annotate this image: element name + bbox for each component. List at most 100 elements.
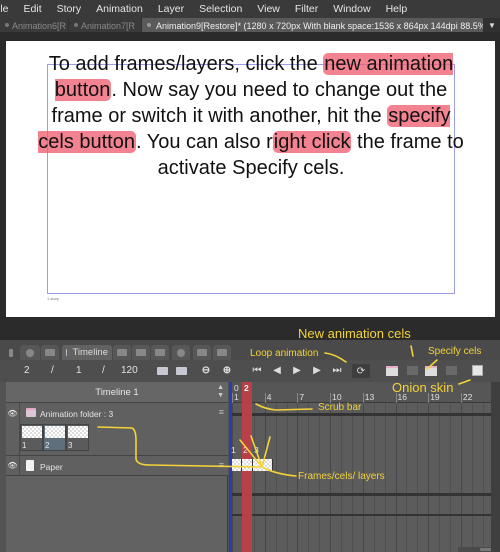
- menu-layer[interactable]: Layer: [151, 3, 192, 15]
- frame-grid-line: [362, 403, 364, 552]
- tab-animation-cels[interactable]: [213, 345, 231, 360]
- frame-grid-line: [384, 403, 386, 552]
- chevron-down-icon[interactable]: ▼: [484, 18, 500, 32]
- tab-dot-icon: [74, 23, 78, 27]
- tab-material[interactable]: [193, 345, 211, 360]
- frame-grid-line: [264, 403, 266, 552]
- frame-grid-line: [428, 403, 430, 552]
- row-divider: [229, 493, 491, 496]
- tab-timeline[interactable]: Timeline: [62, 345, 112, 360]
- tab-camera[interactable]: [41, 345, 59, 360]
- new-animation-folder-icon[interactable]: [385, 364, 399, 377]
- ruler-tick: [297, 393, 299, 403]
- start-frame-field[interactable]: 1: [76, 365, 82, 376]
- document-tab-strip: Animation6[R Animation7[R Animation9[Res…: [0, 18, 500, 32]
- eye-icon[interactable]: 👁: [6, 403, 20, 455]
- zoom-in-icon[interactable]: ⊕: [220, 364, 234, 377]
- tab-label: Timeline: [72, 347, 108, 358]
- onion-skin-icon[interactable]: [470, 364, 484, 377]
- highlighted-phrase: ight click: [272, 131, 352, 153]
- go-to-first-frame-icon[interactable]: ⏮: [250, 364, 264, 377]
- loop-animation-icon[interactable]: ⟳: [352, 364, 370, 378]
- end-frame-field[interactable]: 120: [121, 365, 138, 376]
- frame-cel[interactable]: [253, 459, 273, 471]
- ruler-tick: [330, 393, 332, 403]
- timeline-stepper-icon[interactable]: ▲ ▼: [217, 384, 224, 400]
- tab-tool-property[interactable]: [151, 345, 169, 360]
- edit-timeline-icon[interactable]: [174, 364, 188, 377]
- ruler-tick: [428, 393, 430, 403]
- new-timeline-icon[interactable]: [155, 364, 169, 377]
- paper-icon: [26, 460, 34, 471]
- layer-name: Animation folder : 3: [40, 409, 114, 419]
- document-tab-label: Animation7[R: [81, 20, 136, 31]
- eye-icon[interactable]: 👁: [6, 456, 20, 475]
- cel-thumbnail[interactable]: 1: [20, 424, 43, 451]
- ruler-number: 22: [462, 392, 473, 402]
- tab-color-wheel[interactable]: [172, 345, 190, 360]
- play-icon[interactable]: ▶: [290, 364, 304, 377]
- go-to-last-frame-icon[interactable]: ⏭: [330, 364, 344, 377]
- frame-grid-line: [275, 403, 277, 552]
- instruction-part: . You can also r: [135, 131, 273, 153]
- frame-grid-line: [460, 403, 462, 552]
- canvas-area[interactable]: 1 story To add frames/layers, click the …: [0, 32, 500, 332]
- scrub-bar[interactable]: 0 1 4 7 10 13 16 19 22: [229, 382, 491, 403]
- menu-file[interactable]: ile: [0, 3, 17, 15]
- frame-grid-line: [417, 403, 419, 552]
- disabled-cel-icon[interactable]: [444, 364, 458, 377]
- menu-bar: ile Edit Story Animation Layer Selection…: [0, 0, 500, 18]
- previous-frame-icon[interactable]: ◀: [270, 364, 284, 377]
- camera-icon: [45, 349, 55, 356]
- ruler-tick: [264, 393, 266, 403]
- zoom-out-icon[interactable]: ⊖: [199, 364, 213, 377]
- menu-view[interactable]: View: [250, 3, 288, 15]
- menu-selection[interactable]: Selection: [192, 3, 250, 15]
- current-frame-field[interactable]: 2: [24, 365, 30, 376]
- document-tab-active[interactable]: Animation9[Restore]* (1280 x 720px With …: [142, 18, 483, 32]
- new-animation-cel-icon[interactable]: [405, 364, 419, 377]
- frame-number: 3: [254, 445, 259, 455]
- timeline-selector[interactable]: Timeline 1 ▲ ▼: [6, 382, 228, 403]
- panel-grip-icon[interactable]: [6, 345, 16, 360]
- frame-grid-line: [232, 403, 233, 552]
- frame-grid-line: [482, 403, 484, 552]
- ruler-number: 13: [364, 392, 375, 402]
- specify-cels-icon[interactable]: [424, 364, 438, 377]
- timeline-toolbar: 2 / 1 / 120 ⊖ ⊕ ⏮ ◀ ▶ ▶ ⏭ ⟳: [0, 360, 500, 382]
- vertical-scrollbar[interactable]: [491, 382, 500, 552]
- menu-story[interactable]: Story: [50, 3, 90, 15]
- frames-pane[interactable]: 0 1 4 7 10 13 16 19 22 2 1 2 3: [229, 382, 491, 552]
- canvas-paper[interactable]: 1 story To add frames/layers, click the …: [6, 41, 495, 317]
- frame-grid-line: [341, 403, 342, 552]
- tab-layer-property[interactable]: [113, 345, 131, 360]
- frame-cel[interactable]: [242, 459, 253, 471]
- cel-thumbnail-selected[interactable]: 2: [43, 424, 66, 451]
- menu-animation[interactable]: Animation: [89, 3, 151, 15]
- ruler-tick: [395, 393, 397, 403]
- frame-grid-line: [439, 403, 441, 552]
- next-frame-icon[interactable]: ▶: [310, 364, 324, 377]
- menu-help[interactable]: Help: [379, 3, 416, 15]
- tab-layer-search[interactable]: [132, 345, 150, 360]
- layer-row-animation-folder[interactable]: 👁 Animation folder : 3 ≡ 1 2 3: [6, 403, 228, 456]
- frame-grid-line: [406, 403, 408, 552]
- layer-row-paper[interactable]: 👁 Paper ≡: [6, 456, 228, 476]
- ruler-number: 16: [397, 392, 407, 402]
- document-tab[interactable]: Animation6[R: [0, 18, 68, 32]
- menu-window[interactable]: Window: [326, 3, 378, 15]
- layer-menu-icon[interactable]: ≡: [219, 407, 224, 417]
- menu-edit[interactable]: Edit: [17, 3, 50, 15]
- document-tab[interactable]: Animation7[R: [69, 18, 141, 32]
- layer-menu-icon[interactable]: ≡: [219, 460, 224, 470]
- frame-cel[interactable]: [232, 459, 242, 471]
- ruler-tick: [460, 393, 462, 403]
- horizontal-scrollbar[interactable]: [458, 547, 491, 552]
- animation-cels-icon: [217, 349, 227, 356]
- tab-navigator[interactable]: [20, 345, 40, 360]
- frame-grid-line: [319, 403, 321, 552]
- frame-grid-line: [297, 403, 299, 552]
- separator: /: [51, 365, 54, 376]
- cel-thumbnail[interactable]: 3: [66, 424, 89, 451]
- menu-filter[interactable]: Filter: [288, 3, 326, 15]
